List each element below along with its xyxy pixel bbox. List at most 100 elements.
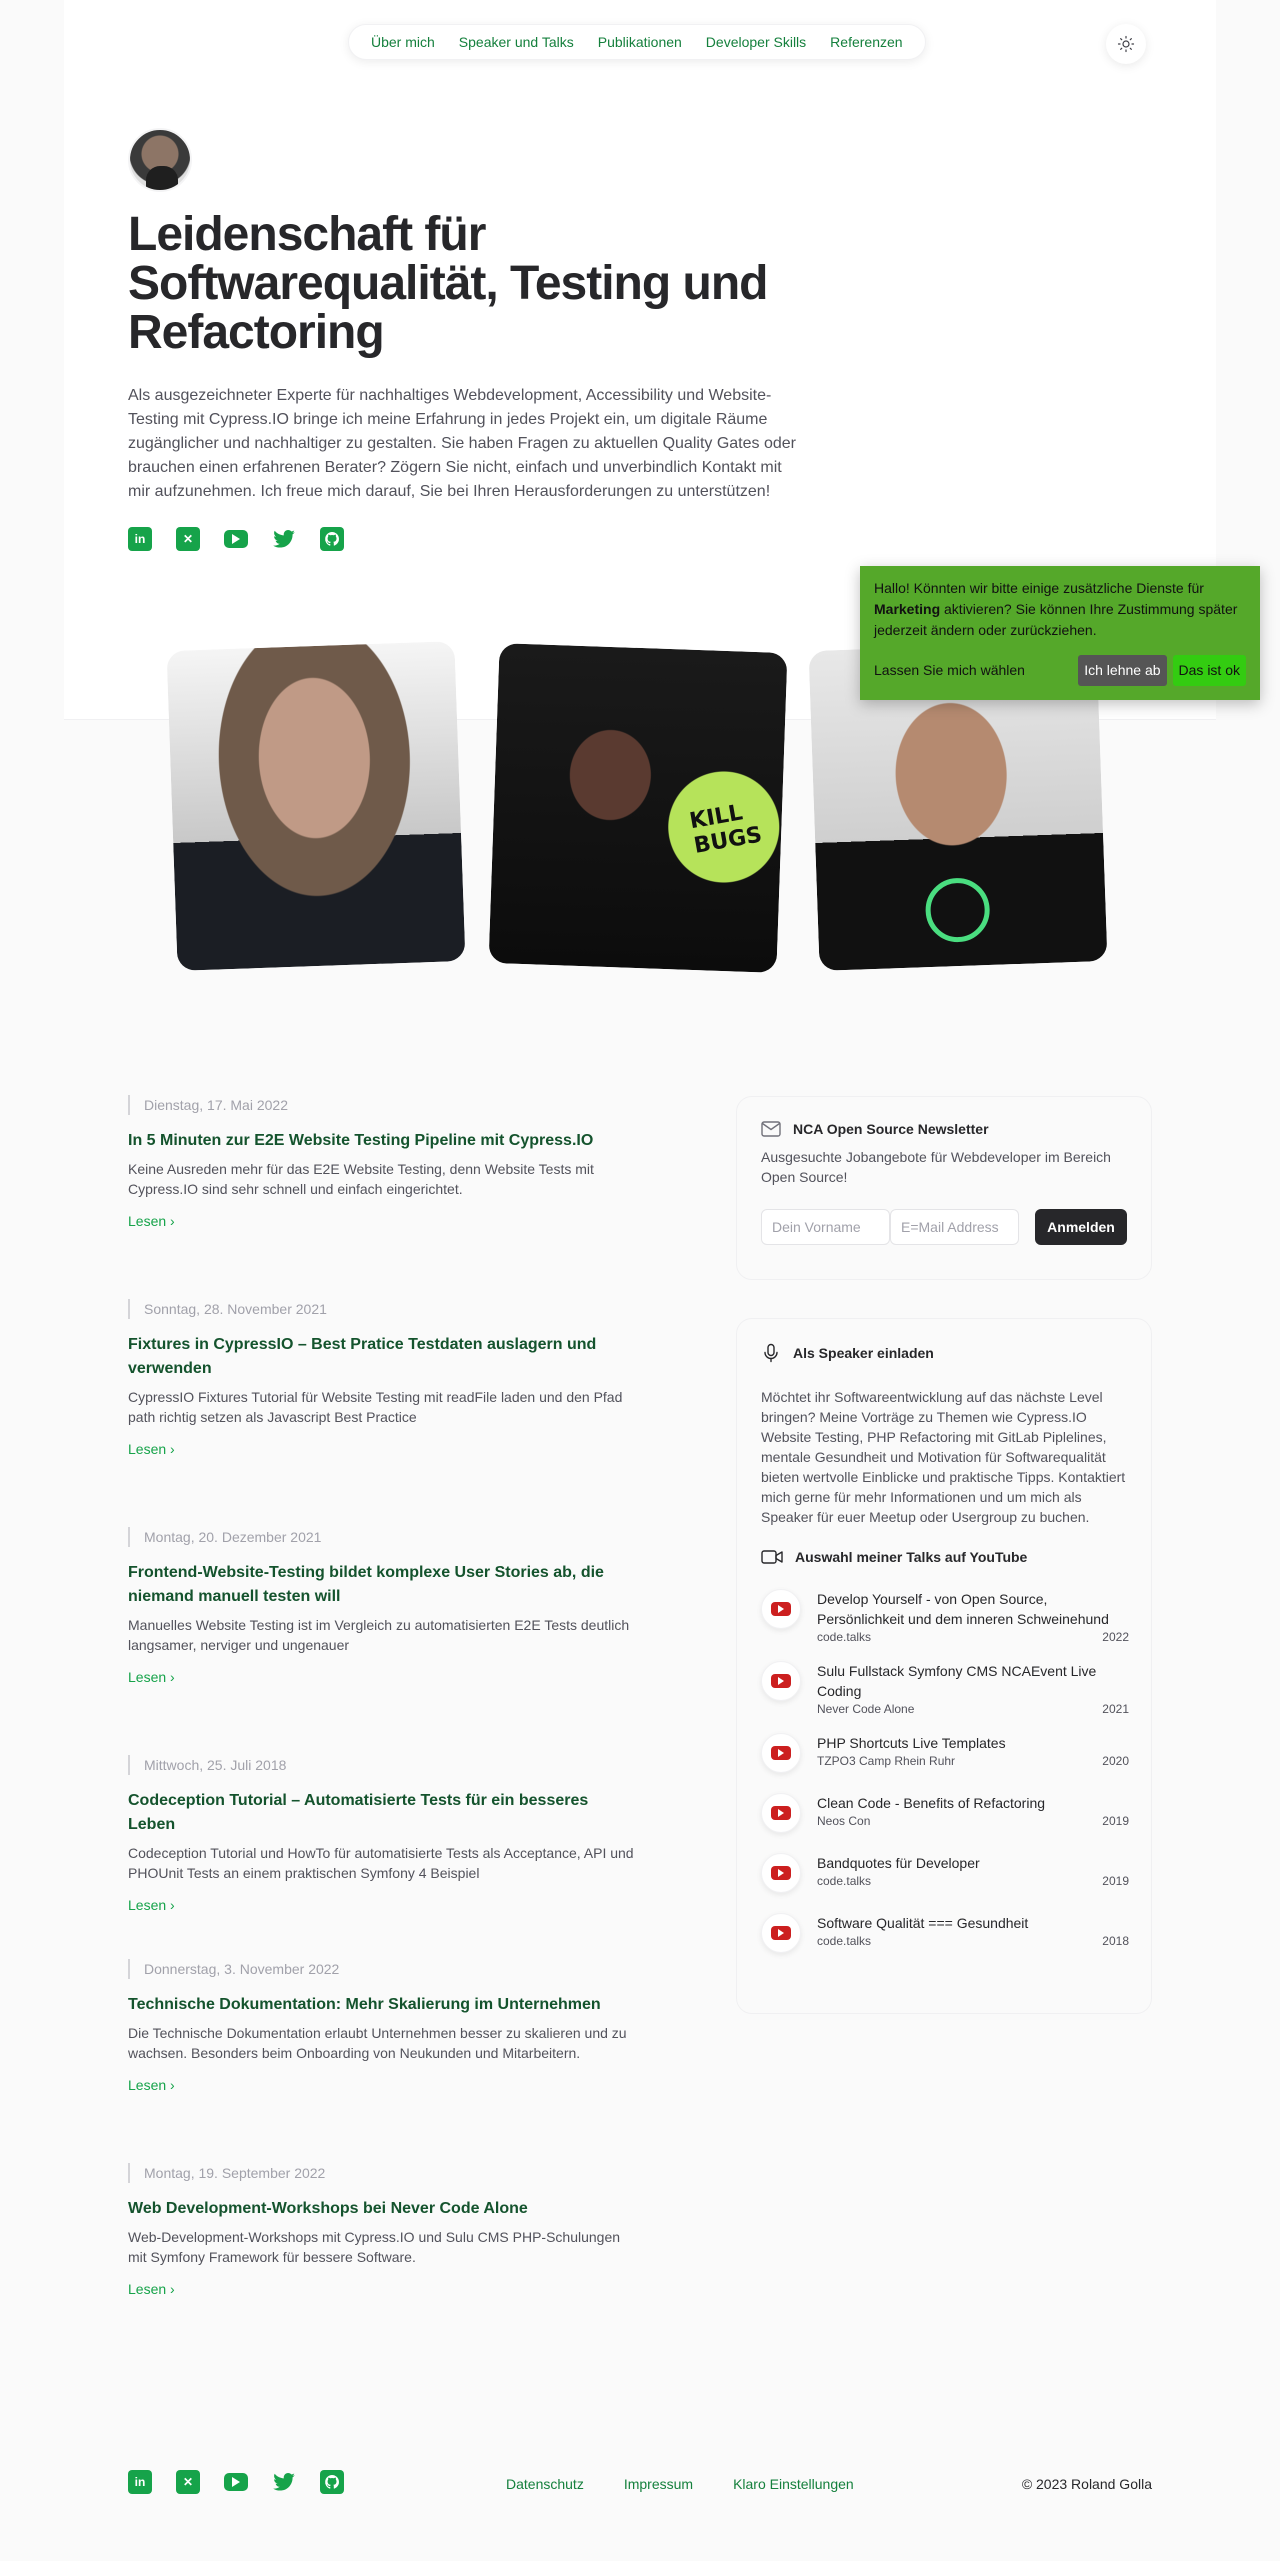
main-nav: Über mich Speaker und Talks Publikatione… [348, 24, 926, 60]
article-description: Die Technische Dokumentation erlaubt Unt… [128, 2025, 627, 2061]
talk-item[interactable]: PHP Shortcuts Live Templates TZPO3 Camp R… [761, 1733, 1129, 1773]
article-read-link[interactable]: Lesen › [128, 1441, 638, 1457]
article-description: Codeception Tutorial und HowTo für autom… [128, 1845, 634, 1881]
photo-laptop: KILL BUGS [488, 643, 788, 973]
article-date: Donnerstag, 3. November 2022 [128, 1959, 638, 1979]
photo-speaking [166, 641, 466, 971]
twitter-icon[interactable] [272, 2470, 296, 2494]
talk-title: Clean Code - Benefits of Refactoring [817, 1795, 1046, 1811]
cookie-decline-button[interactable]: Ich lehne ab [1078, 654, 1167, 686]
video-icon [761, 1550, 783, 1564]
article-date: Dienstag, 17. Mai 2022 [128, 1095, 638, 1115]
article-title[interactable]: Web Development-Workshops bei Never Code… [128, 2197, 638, 2221]
talk-item[interactable]: Software Qualität === Gesundheit code.tal… [761, 1913, 1129, 1953]
youtube-icon[interactable] [224, 2473, 248, 2491]
newsletter-title: NCA Open Source Newsletter [793, 1121, 989, 1137]
article-title[interactable]: Frontend-Website-Testing bildet komplexe… [128, 1561, 638, 1609]
talk-item[interactable]: Bandquotes für Developer code.talks 2019 [761, 1853, 1129, 1893]
youtube-icon [761, 1793, 801, 1833]
talk-year: 2022 [1102, 1630, 1129, 1644]
article-card: Montag, 20. Dezember 2021 Frontend-Websi… [128, 1527, 638, 1685]
talk-title: Develop Yourself - von Open Source, Pers… [817, 1591, 1109, 1627]
article-title[interactable]: In 5 Minuten zur E2E Website Testing Pip… [128, 1129, 638, 1153]
copyright: © 2023 Roland Golla [1021, 2476, 1152, 2492]
youtube-icon [761, 1733, 801, 1773]
github-icon[interactable] [320, 2470, 344, 2494]
talk-event: code.talks [817, 1874, 872, 1888]
article-read-link[interactable]: Lesen › [128, 1897, 638, 1913]
linkedin-icon[interactable]: in [128, 2470, 152, 2494]
article-title[interactable]: Fixtures in CypressIO – Best Pratice Tes… [128, 1333, 638, 1381]
article-date: Montag, 20. Dezember 2021 [128, 1527, 638, 1547]
talk-item[interactable]: Sulu Fullstack Symfony CMS NCAEvent Live… [761, 1661, 1129, 1716]
theme-toggle-button[interactable] [1106, 24, 1146, 64]
speaker-card: Als Speaker einladen Möchtet ihr Softwar… [736, 1318, 1152, 2014]
article-card: Montag, 19. September 2022 Web Developme… [128, 2163, 638, 2297]
article-title[interactable]: Codeception Tutorial – Automatisierte Te… [128, 1789, 638, 1837]
footer-links: Datenschutz Impressum Klaro Einstellunge… [506, 2476, 854, 2492]
talk-year: 2018 [1102, 1934, 1129, 1948]
youtube-icon [761, 1661, 801, 1701]
talk-year: 2021 [1102, 1702, 1129, 1716]
article-read-link[interactable]: Lesen › [128, 2077, 638, 2093]
nav-item-publikationen[interactable]: Publikationen [598, 34, 682, 50]
article-description: CypressIO Fixtures Tutorial für Website … [128, 1389, 623, 1425]
cookie-consent-banner: Hallo! Könnten wir bitte einige zusätzli… [860, 566, 1260, 700]
xing-icon[interactable]: ✕ [176, 527, 200, 551]
github-icon[interactable] [320, 527, 344, 551]
talk-year: 2019 [1102, 1874, 1129, 1888]
article-read-link[interactable]: Lesen › [128, 1213, 638, 1229]
talk-event: Neos Con [817, 1814, 871, 1828]
footer-link-klaro[interactable]: Klaro Einstellungen [733, 2476, 854, 2492]
footer-link-impressum[interactable]: Impressum [624, 2476, 693, 2492]
subscribe-button[interactable]: Anmelden [1035, 1209, 1127, 1245]
shirt-logo [924, 876, 991, 944]
twitter-icon[interactable] [272, 527, 296, 551]
cookie-learn-more-link[interactable]: Lassen Sie mich wählen [874, 660, 1078, 681]
email-field[interactable] [890, 1209, 1019, 1245]
article-card: Sonntag, 28. November 2021 Fixtures in C… [128, 1299, 638, 1457]
talks-title: Auswahl meiner Talks auf YouTube [795, 1549, 1028, 1565]
talk-item[interactable]: Develop Yourself - von Open Source, Pers… [761, 1589, 1129, 1644]
microphone-icon [764, 1343, 778, 1363]
sun-icon [1117, 35, 1135, 53]
talk-title: Bandquotes für Developer [817, 1855, 980, 1871]
youtube-icon[interactable] [224, 530, 248, 548]
newsletter-card: NCA Open Source Newsletter Ausgesuchte J… [736, 1096, 1152, 1280]
talk-year: 2019 [1102, 1814, 1129, 1828]
article-read-link[interactable]: Lesen › [128, 2281, 638, 2297]
nav-item-speaker[interactable]: Speaker und Talks [459, 34, 574, 50]
cookie-accept-button[interactable]: Das ist ok [1172, 654, 1246, 686]
speaker-title: Als Speaker einladen [793, 1345, 934, 1361]
newsletter-text: Ausgesuchte Jobangebote für Webdeveloper… [761, 1149, 1111, 1185]
youtube-icon [761, 1853, 801, 1893]
youtube-icon [761, 1913, 801, 1953]
talk-item[interactable]: Clean Code - Benefits of Refactoring Neos… [761, 1793, 1129, 1833]
mail-icon [761, 1121, 781, 1137]
article-title[interactable]: Technische Dokumentation: Mehr Skalierun… [128, 1993, 638, 2017]
talk-event: code.talks [817, 1934, 872, 1948]
article-card: Donnerstag, 3. November 2022 Technische … [128, 1959, 638, 2093]
nav-item-developer-skills[interactable]: Developer Skills [706, 34, 806, 50]
linkedin-icon[interactable]: in [128, 527, 152, 551]
article-description: Manuelles Website Testing ist im Verglei… [128, 1617, 630, 1653]
xing-icon[interactable]: ✕ [176, 2470, 200, 2494]
social-links-hero: in ✕ [128, 527, 344, 551]
talk-event: Never Code Alone [817, 1702, 915, 1716]
article-read-link[interactable]: Lesen › [128, 1669, 638, 1685]
nav-item-referenzen[interactable]: Referenzen [830, 34, 902, 50]
nav-item-ueber-mich[interactable]: Über mich [371, 34, 435, 50]
talk-event: TZPO3 Camp Rhein Ruhr [817, 1754, 956, 1768]
article-description: Web-Development-Workshops mit Cypress.IO… [128, 2229, 621, 2265]
article-date: Mittwoch, 25. Juli 2018 [128, 1755, 638, 1775]
article-card: Mittwoch, 25. Juli 2018 Codeception Tuto… [128, 1755, 638, 1913]
speaker-text: Möchtet ihr Softwareentwicklung auf das … [761, 1389, 1126, 1525]
talks-list: Develop Yourself - von Open Source, Pers… [761, 1589, 1129, 1969]
intro-text: Als ausgezeichneter Experte für nachhalt… [128, 387, 796, 500]
footer-link-datenschutz[interactable]: Datenschutz [506, 2476, 584, 2492]
article-date: Montag, 19. September 2022 [128, 2163, 638, 2183]
firstname-field[interactable] [761, 1209, 890, 1245]
talk-title: PHP Shortcuts Live Templates [817, 1735, 1006, 1751]
cookie-text: Hallo! Könnten wir bitte einige zusätzli… [874, 580, 1238, 638]
avatar[interactable] [128, 128, 192, 192]
